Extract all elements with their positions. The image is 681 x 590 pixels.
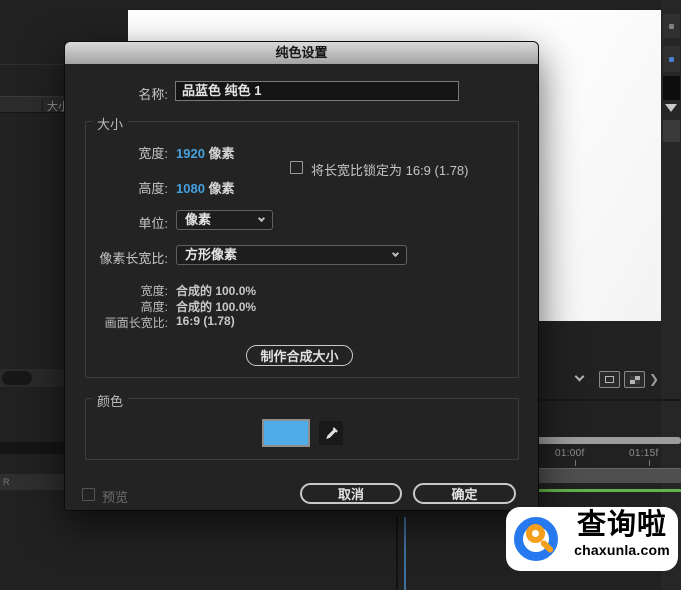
height-unit: 像素 [208,181,235,196]
unit-label: 单位: [138,216,168,231]
panel-block [663,120,680,142]
height-value[interactable]: 1080 像素 [176,178,235,197]
timeline-gridline [396,517,398,590]
chevron-down-icon[interactable] [574,371,585,382]
width-number[interactable]: 1920 [176,146,205,161]
panel-band [0,442,65,454]
right-panel-strip [661,0,681,590]
pixel-aspect-label: 像素长宽比: [99,251,168,266]
watermark-domain: chaxunla.com [574,542,670,558]
timeline-ruler[interactable]: 01:00f 01:15f [538,446,681,466]
work-area-bar[interactable] [533,468,681,483]
region-of-interest-icon [605,376,614,383]
width-value[interactable]: 1920 像素 [176,143,235,162]
name-label: 名称: [138,87,168,102]
comp-width-value: 合成的 100.0% [176,284,257,298]
ruler-tick [649,460,650,466]
chevron-down-icon [257,214,266,223]
size-group-legend: 大小 [92,114,129,133]
preview-label: 预览 [102,490,129,505]
time-label: 01:15f [629,448,659,459]
unit-dropdown[interactable]: 像素 [176,210,273,230]
color-group-legend: 颜色 [92,391,129,410]
dialog-titlebar: 纯色设置 [65,42,538,64]
time-label: 01:00f [555,448,585,459]
eyedropper-button[interactable] [319,421,343,445]
scrollbar-thumb[interactable] [2,371,32,385]
pixel-aspect-dropdown-value: 方形像素 [185,247,238,262]
horizontal-scrollbar[interactable] [0,369,65,387]
height-number[interactable]: 1080 [176,181,205,196]
comp-height-label: 高度: [140,300,168,314]
ruler-tick [575,460,576,466]
panel-row: R [0,474,65,490]
solid-settings-dialog: 纯色设置 名称: 品蓝色 纯色 1 大小 宽度: 1920 像素 将长宽比锁定为… [65,42,538,510]
comp-height-value: 合成的 100.0% [176,300,257,314]
rendered-frames-indicator [533,489,681,492]
width-unit: 像素 [208,146,235,161]
make-comp-size-button[interactable]: 制作合成大小 [246,345,353,366]
chevron-down-icon [391,249,400,258]
height-label: 高度: [138,181,168,196]
ok-button[interactable]: 确定 [413,483,516,504]
triangle-down-icon[interactable] [665,104,677,112]
chaxunla-logo-icon [513,510,571,566]
frame-aspect-label: 画面长宽比: [104,316,168,330]
name-input[interactable]: 品蓝色 纯色 1 [175,81,459,101]
color-swatch[interactable] [262,419,310,447]
watermark-brand: 查询啦 [576,509,667,541]
comp-width-label: 宽度: [140,284,168,298]
preview-checkbox[interactable] [82,488,95,501]
column-divider [42,99,43,111]
color-well-black[interactable] [663,76,680,100]
unit-dropdown-value: 像素 [185,212,212,227]
playhead-line[interactable] [404,517,406,590]
panel-bracket-icon: ❯ [649,372,660,386]
cancel-button[interactable]: 取消 [300,483,402,504]
checkerboard-icon [629,375,640,384]
app-screenshot: 大小 R ❯ 01:00f 01:15f 纯色设置 名称: 品蓝色 纯色 1 大 [0,0,681,590]
transparency-grid-button[interactable] [624,371,645,388]
watermark-badge: 查询啦 chaxunla.com [506,507,678,571]
panel-divider [538,399,681,401]
lock-aspect-label[interactable]: 将长宽比锁定为 16:9 (1.78) [311,160,469,179]
pixel-aspect-dropdown[interactable]: 方形像素 [176,245,407,265]
width-label: 宽度: [138,146,168,161]
panel-button[interactable] [663,14,680,38]
frame-aspect-value: 16:9 (1.78) [176,314,235,328]
eyedropper-icon [325,426,338,439]
timeline-scrollbar[interactable] [533,437,681,444]
lock-aspect-checkbox[interactable] [290,161,303,174]
region-of-interest-button[interactable] [599,371,620,388]
panel-button[interactable] [663,46,680,72]
